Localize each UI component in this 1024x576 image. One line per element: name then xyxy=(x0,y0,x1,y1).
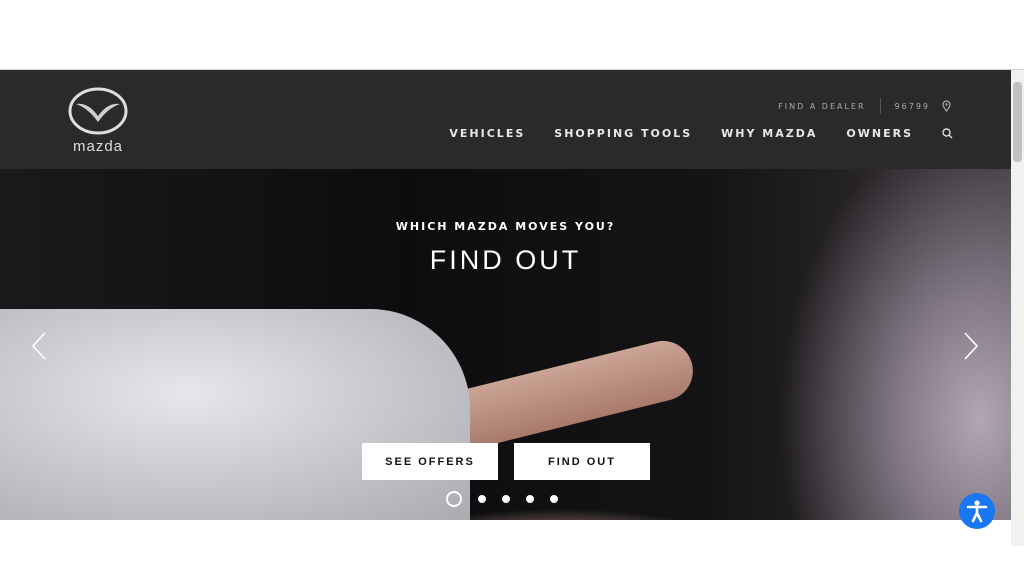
find-a-dealer-link[interactable]: FIND A DEALER xyxy=(778,102,865,111)
accessibility-button[interactable] xyxy=(959,493,995,529)
blank-top-area xyxy=(0,0,1024,70)
mazda-logo[interactable]: mazda xyxy=(60,86,136,156)
page-scrollbar[interactable] xyxy=(1011,70,1024,546)
see-offers-button[interactable]: SEE OFFERS xyxy=(362,443,498,480)
hero-carousel: WHICH MAZDA MOVES YOU? FIND OUT SEE OFFE… xyxy=(0,169,1011,520)
hero-eyebrow: WHICH MAZDA MOVES YOU? xyxy=(395,220,616,233)
zip-code-link[interactable]: 96799 xyxy=(895,102,930,111)
hero-headline: FIND OUT xyxy=(429,245,582,275)
find-out-button[interactable]: FIND OUT xyxy=(514,443,650,480)
carousel-dot-1[interactable] xyxy=(446,491,462,507)
carousel-dot-4[interactable] xyxy=(526,495,534,503)
carousel-pagination xyxy=(446,491,558,507)
carousel-dot-3[interactable] xyxy=(502,495,510,503)
mazda-emblem-icon xyxy=(68,87,128,135)
accessibility-icon xyxy=(966,500,988,523)
nav-shopping-tools[interactable]: SHOPPING TOOLS xyxy=(554,127,692,140)
nav-owners[interactable]: OWNERS xyxy=(846,127,913,140)
hero-image-sleeve xyxy=(0,309,470,520)
nav-why-mazda[interactable]: WHY MAZDA xyxy=(721,127,817,140)
logo-wordmark: mazda xyxy=(72,138,124,155)
site-header: mazda FIND A DEALER 96799 VEHICLES SHOPP… xyxy=(0,70,1011,169)
chevron-right-icon[interactable] xyxy=(962,331,980,361)
carousel-dot-2[interactable] xyxy=(478,495,486,503)
location-pin-icon[interactable] xyxy=(942,100,951,112)
search-icon[interactable] xyxy=(942,128,953,139)
divider xyxy=(879,98,881,114)
nav-vehicles[interactable]: VEHICLES xyxy=(449,127,525,140)
utility-bar: FIND A DEALER 96799 xyxy=(778,98,951,114)
scrollbar-thumb[interactable] xyxy=(1013,82,1022,162)
chevron-left-icon[interactable] xyxy=(30,331,48,361)
main-nav: VEHICLES SHOPPING TOOLS WHY MAZDA OWNERS xyxy=(449,127,953,140)
carousel-dot-5[interactable] xyxy=(550,495,558,503)
